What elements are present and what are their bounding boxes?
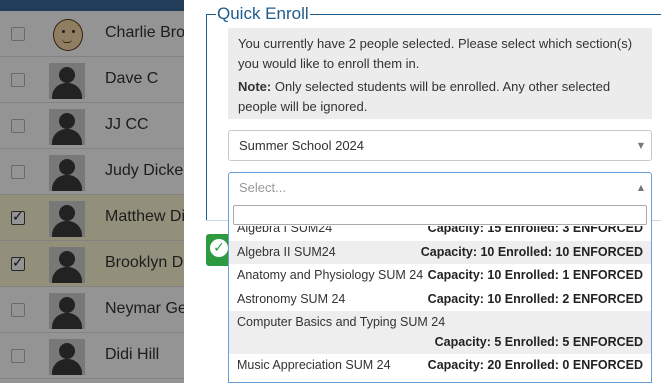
section-option-capacity: Capacity: 10 Enrolled: 10 ENFORCED <box>420 244 643 259</box>
selection-info-text: You currently have 2 people selected. Pl… <box>238 36 633 71</box>
section-option[interactable]: Computer Basics and Typing SUM 24 Capacit… <box>229 311 651 354</box>
checkmark-icon: ✓ <box>210 239 228 257</box>
session-select-value: Summer School 2024 <box>239 138 365 153</box>
chevron-up-icon: ▲ <box>637 183 644 192</box>
section-options-list[interactable]: Algebra I SUM24 Capacity: 15 Enrolled: 3 … <box>229 226 651 382</box>
section-option-capacity: Capacity: 10 Enrolled: 2 ENFORCED <box>427 291 643 306</box>
fieldset-border <box>206 14 207 220</box>
section-option[interactable]: Anatomy and Physiology SUM 24 Capacity: 1… <box>229 264 651 288</box>
section-option-capacity: Capacity: 15 Enrolled: 3 ENFORCED <box>427 226 643 235</box>
section-dropdown: Algebra I SUM24 Capacity: 15 Enrolled: 3 … <box>228 202 652 383</box>
section-option-name: Algebra I SUM24 <box>237 226 333 235</box>
section-option-name: Computer Basics and Typing SUM 24 <box>237 315 446 329</box>
quick-enroll-legend: Quick Enroll <box>217 4 309 23</box>
section-option-name: Astronomy SUM 24 <box>237 291 346 306</box>
section-option-name: Algebra II SUM24 <box>237 244 336 259</box>
section-select[interactable]: Select... ▲ <box>228 172 652 203</box>
section-option[interactable]: Algebra II SUM24 Capacity: 10 Enrolled: 1… <box>229 240 651 264</box>
section-option-name: Music Appreciation SUM 24 <box>237 358 391 372</box>
note-text: Note: Only selected students will be enr… <box>238 77 642 117</box>
section-option-capacity: Capacity: 10 Enrolled: 1 ENFORCED <box>427 268 643 282</box>
note-body: Only selected students will be enrolled.… <box>238 79 611 114</box>
enroll-info-box: You currently have 2 people selected. Pl… <box>228 28 652 119</box>
session-select[interactable]: Summer School 2024 ▼ <box>228 130 652 161</box>
chevron-down-icon: ▼ <box>637 141 644 150</box>
section-search-input[interactable] <box>233 205 647 225</box>
section-option[interactable]: Algebra I SUM24 Capacity: 15 Enrolled: 3 … <box>229 226 651 241</box>
fieldset-border <box>310 14 661 15</box>
section-option[interactable]: Astronomy SUM 24 Capacity: 10 Enrolled: 2… <box>229 288 651 312</box>
section-option-name: Anatomy and Physiology SUM 24 <box>237 268 424 282</box>
section-select-placeholder: Select... <box>239 180 286 195</box>
section-option[interactable]: Music Appreciation SUM 24 Capacity: 20 En… <box>229 354 651 378</box>
note-label: Note: <box>238 79 272 94</box>
section-option-capacity: Capacity: 20 Enrolled: 0 ENFORCED <box>427 358 643 372</box>
fieldset-border <box>206 14 216 15</box>
section-option-capacity: Capacity: 5 Enrolled: 5 ENFORCED <box>434 335 643 349</box>
